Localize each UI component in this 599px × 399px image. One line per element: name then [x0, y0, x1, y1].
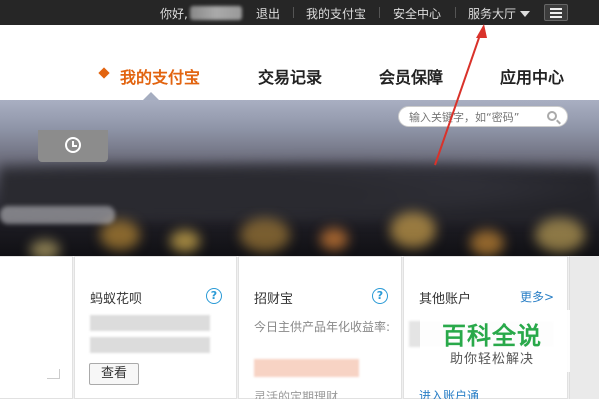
banner [0, 100, 599, 256]
yield-description: 今日主供产品年化收益率: [254, 320, 391, 334]
blurred-amount [90, 337, 210, 353]
enter-arrow-icon [47, 369, 60, 379]
list-icon[interactable] [544, 4, 568, 21]
huabei-title: 蚂蚁花呗 [90, 292, 143, 307]
main-nav: 我的支付宝 交易记录 会员保障 应用中心 [0, 25, 599, 100]
greeting-text: 你好, [160, 7, 188, 21]
caret-down-icon [520, 11, 531, 17]
huabei-card: 蚂蚁花呗 ? 查看 [74, 256, 237, 399]
alarm-clock-icon [65, 137, 81, 153]
tab-my-alipay[interactable]: 我的支付宝 [120, 64, 200, 88]
help-icon[interactable]: ? [372, 288, 388, 304]
active-tab-indicator [143, 92, 159, 100]
my-alipay-link[interactable]: 我的支付宝 [306, 5, 366, 22]
blurred-rate [254, 359, 359, 377]
banner-blurred-text [0, 206, 115, 224]
active-diamond-icon [98, 67, 110, 79]
security-center-link[interactable]: 安全中心 [393, 5, 441, 22]
search-input[interactable] [409, 110, 539, 124]
account-link[interactable]: 进入账户通 [419, 387, 479, 399]
help-icon[interactable]: ? [206, 288, 222, 304]
zhaocaibao-title: 招财宝 [254, 292, 294, 307]
divider [293, 7, 294, 18]
tab-transactions[interactable]: 交易记录 [258, 64, 322, 88]
fixed-term-text: 灵活的定期理财 [254, 390, 339, 399]
balance-card [0, 256, 73, 399]
right-edge-panel [569, 256, 599, 399]
watermark-subtitle: 助你轻松解决 [450, 352, 535, 367]
logout-link[interactable]: 退出 [256, 5, 280, 22]
other-accounts-title: 其他账户 [419, 292, 472, 307]
top-bar: 你好, 退出 我的支付宝 安全中心 服务大厅 [0, 0, 599, 25]
service-hall-dropdown[interactable]: 服务大厅 [468, 5, 531, 22]
watermark: 百科全说 助你轻松解决 [420, 310, 570, 372]
username-blurred [190, 6, 242, 20]
tab-member-protection[interactable]: 会员保障 [379, 64, 443, 88]
alarm-button[interactable] [38, 130, 108, 162]
more-link[interactable]: 更多> [520, 288, 554, 305]
blurred-amount [90, 315, 210, 331]
divider [379, 7, 380, 18]
search-box[interactable] [398, 106, 568, 127]
zhaocaibao-card: 招财宝 ? 今日主供产品年化收益率: 灵活的定期理财 [238, 256, 402, 399]
service-hall-label: 服务大厅 [468, 7, 517, 21]
watermark-title: 百科全说 [442, 322, 542, 350]
divider [455, 7, 456, 18]
tab-app-center[interactable]: 应用中心 [500, 64, 564, 88]
view-button[interactable]: 查看 [89, 363, 139, 385]
search-icon[interactable] [547, 111, 557, 121]
